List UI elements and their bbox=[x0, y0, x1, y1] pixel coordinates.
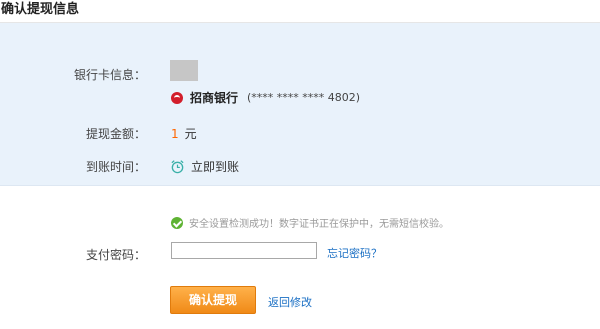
amount-value: 1 bbox=[171, 127, 179, 141]
card-info-label: 银行卡信息： bbox=[73, 68, 146, 82]
payment-password-input[interactable] bbox=[171, 242, 317, 259]
check-circle-icon bbox=[171, 216, 183, 229]
amount-unit: 元 bbox=[184, 127, 197, 141]
confirm-withdraw-button[interactable]: 确认提现 bbox=[170, 286, 256, 314]
bank-card-line: 招商银行 (**** **** **** 4802) bbox=[171, 89, 360, 106]
page-title: 确认提现信息 bbox=[1, 2, 80, 17]
bank-name: 招商银行 bbox=[190, 91, 239, 105]
cmb-bank-logo-icon bbox=[171, 91, 183, 104]
security-notice: 安全设置检测成功！数字证书正在保护中，无需短信校验。 bbox=[171, 215, 449, 230]
card-thumbnail bbox=[170, 60, 198, 81]
arrival-time-label: 到账时间： bbox=[85, 160, 146, 174]
alarm-clock-icon bbox=[171, 160, 184, 174]
arrival-time-line: 立即到账 bbox=[170, 158, 239, 175]
card-number-mask: (**** **** **** 4802) bbox=[247, 91, 361, 104]
amount-line: 1元 bbox=[171, 125, 197, 142]
amount-label: 提现金额： bbox=[85, 127, 146, 141]
forgot-password-link[interactable]: 忘记密码？ bbox=[327, 245, 382, 261]
arrival-time-value: 立即到账 bbox=[191, 160, 240, 174]
password-label: 支付密码： bbox=[85, 248, 146, 262]
security-notice-text: 安全设置检测成功！数字证书正在保护中，无需短信校验。 bbox=[189, 219, 449, 230]
back-to-edit-link[interactable]: 返回修改 bbox=[268, 294, 312, 310]
